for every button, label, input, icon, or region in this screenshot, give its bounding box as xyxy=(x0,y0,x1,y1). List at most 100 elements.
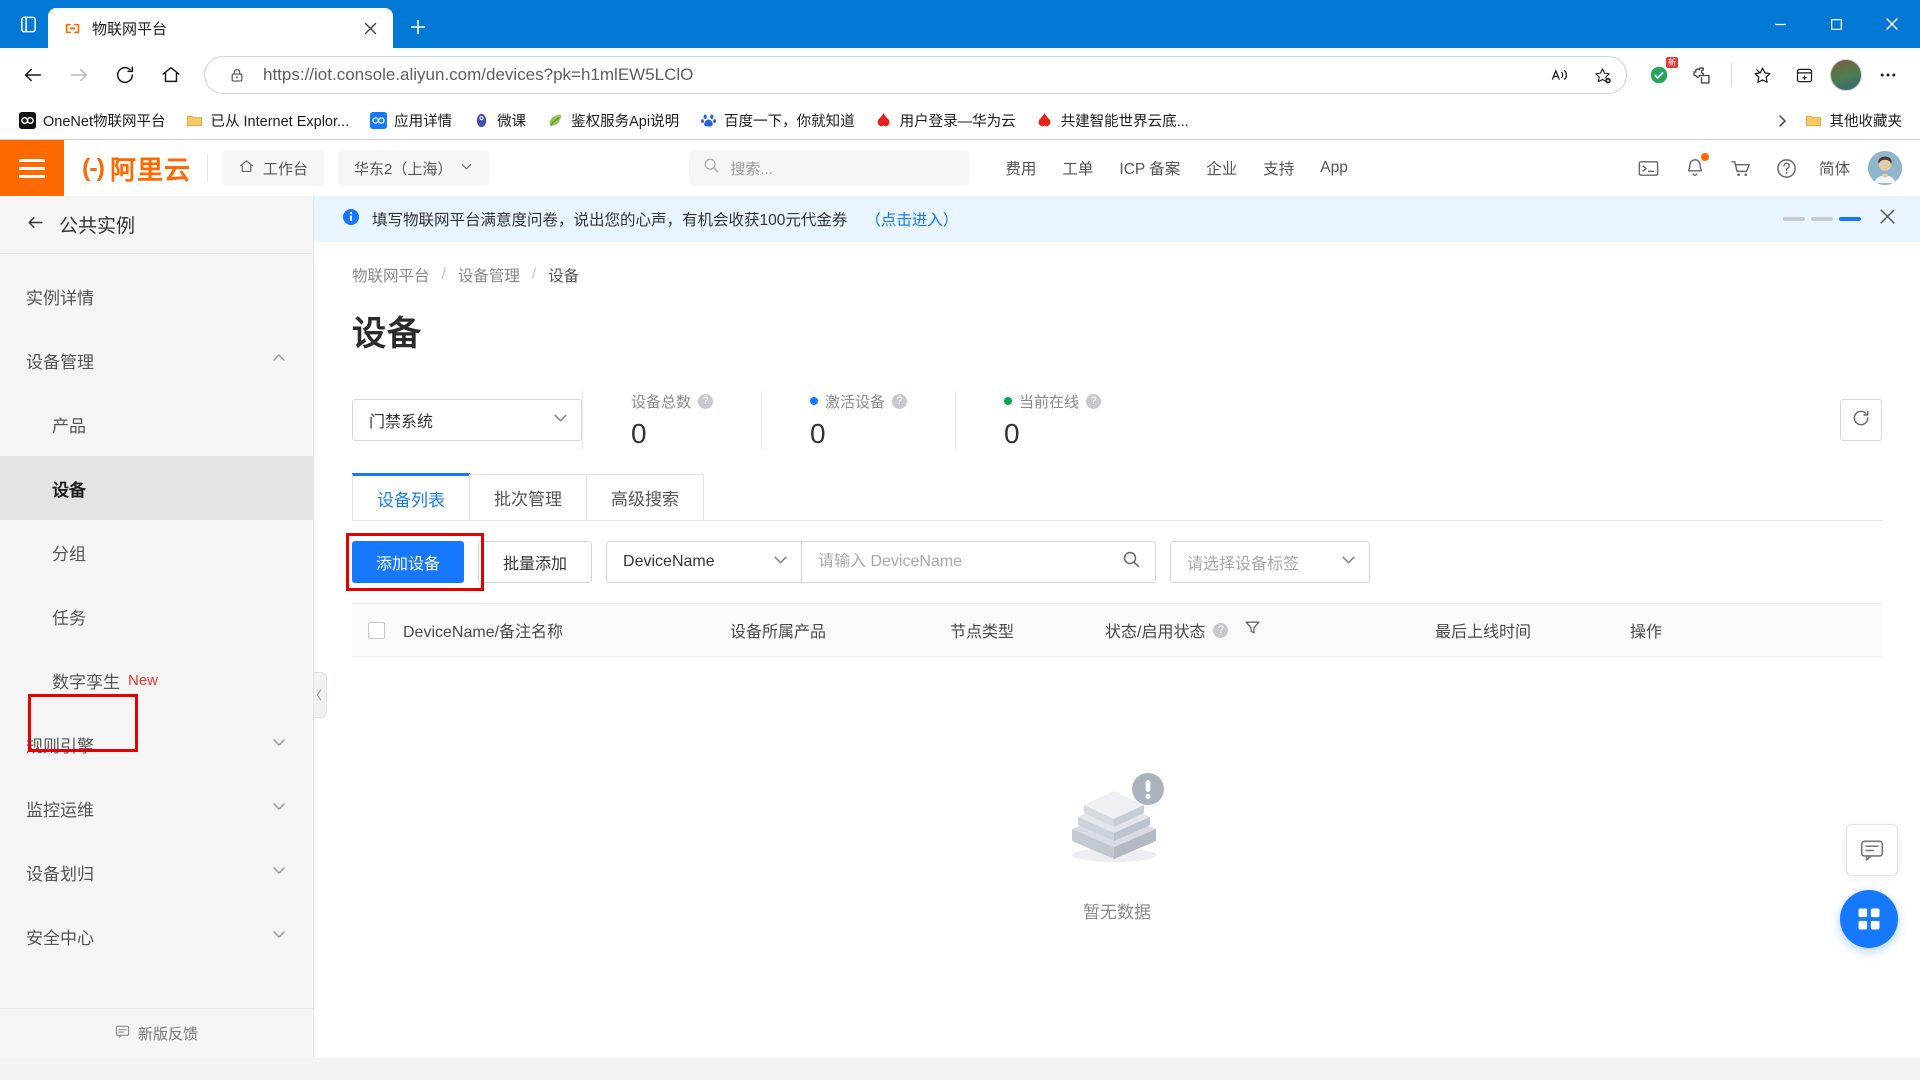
huawei-icon xyxy=(1036,112,1054,130)
forward-button[interactable] xyxy=(58,54,100,96)
help-icon[interactable]: ? xyxy=(1213,622,1229,638)
sidebar-item-monitoring[interactable]: 监控运维 xyxy=(0,776,313,840)
sidebar-item-digital-twin[interactable]: 数字孪生 New xyxy=(0,648,313,712)
help-icon[interactable]: ? xyxy=(1086,393,1102,409)
address-bar[interactable]: https://iot.console.aliyun.com/devices?p… xyxy=(204,56,1627,94)
nav-item-tickets[interactable]: 工单 xyxy=(1062,157,1093,179)
tab-device-list[interactable]: 设备列表 xyxy=(352,473,470,520)
collections-icon[interactable] xyxy=(1784,55,1824,95)
avatar[interactable] xyxy=(1868,151,1902,185)
read-aloud-icon[interactable] xyxy=(1544,59,1576,91)
bookmark-item[interactable]: 用户登录—华为云 xyxy=(867,106,1024,135)
batch-add-button[interactable]: 批量添加 xyxy=(478,541,593,583)
workbench-button[interactable]: 工作台 xyxy=(222,150,325,186)
favorites-icon[interactable] xyxy=(1742,55,1782,95)
help-icon[interactable] xyxy=(1773,154,1801,182)
console-top-nav: 费用 工单 ICP 备案 企业 支持 App xyxy=(1005,157,1348,179)
bookmark-item[interactable]: 共建智能世界云底... xyxy=(1028,106,1197,135)
empty-box-illustration xyxy=(1058,767,1176,876)
breadcrumb-item-device-management[interactable]: 设备管理 xyxy=(458,264,520,286)
sidebar-feedback-button[interactable]: 新版反馈 xyxy=(0,1008,313,1058)
select-all-checkbox[interactable] xyxy=(368,621,385,639)
tab-advanced-search[interactable]: 高级搜索 xyxy=(586,474,704,520)
bell-icon[interactable] xyxy=(1681,153,1709,182)
sidebar-item-tasks[interactable]: 任务 xyxy=(0,584,313,648)
reload-button[interactable] xyxy=(104,54,146,96)
region-selector[interactable]: 华东2（上海） xyxy=(338,150,490,186)
refresh-button[interactable] xyxy=(1840,399,1882,441)
new-tab-button[interactable] xyxy=(399,8,437,46)
sidebar-item-device-management[interactable]: 设备管理 xyxy=(0,328,313,392)
search-field-select[interactable]: DeviceName xyxy=(606,541,802,583)
help-icon[interactable]: ? xyxy=(698,393,714,409)
help-icon[interactable]: ? xyxy=(892,393,908,409)
chat-icon[interactable] xyxy=(1846,824,1898,876)
nav-item-app[interactable]: App xyxy=(1320,159,1348,177)
filter-icon[interactable] xyxy=(1244,619,1261,641)
nav-item-icp[interactable]: ICP 备案 xyxy=(1119,157,1180,179)
sidebar-item-label: 设备划归 xyxy=(26,864,94,884)
device-search-box[interactable] xyxy=(801,541,1157,583)
other-favorites-folder[interactable]: 其他收藏夹 xyxy=(1797,106,1911,135)
panel-collapse-handle[interactable] xyxy=(314,672,327,718)
back-button[interactable] xyxy=(12,54,54,96)
favorite-star-icon[interactable] xyxy=(1586,59,1618,91)
nav-item-enterprise[interactable]: 企业 xyxy=(1206,157,1237,179)
tab-actions-icon[interactable] xyxy=(8,4,48,44)
collections-new-icon[interactable]: 新 xyxy=(1639,55,1679,95)
nav-item-fees[interactable]: 费用 xyxy=(1005,157,1036,179)
language-switcher[interactable]: 简体 xyxy=(1819,157,1850,179)
sidebar-item-groups[interactable]: 分组 xyxy=(0,520,313,584)
bookmark-item[interactable]: 百度一下，你就知道 xyxy=(691,106,863,135)
notice-pagination[interactable] xyxy=(1783,217,1861,221)
extensions-icon[interactable] xyxy=(1681,55,1721,95)
stat-label-row: 当前在线 ? xyxy=(1004,391,1102,412)
browser-toolbar-icons: 新 xyxy=(1639,55,1908,95)
cart-icon[interactable] xyxy=(1727,154,1755,182)
terminal-icon[interactable] xyxy=(1635,154,1663,182)
console-search-box[interactable]: 搜索... xyxy=(689,150,970,186)
nav-item-support[interactable]: 支持 xyxy=(1263,157,1294,179)
column-label: 设备所属产品 xyxy=(730,624,827,641)
bookmark-label: 应用详情 xyxy=(394,114,453,130)
search-icon[interactable] xyxy=(1122,550,1141,574)
bookmark-item[interactable]: 应用详情 xyxy=(361,106,460,135)
close-icon[interactable] xyxy=(1879,208,1896,230)
bookmark-item[interactable]: 微课 xyxy=(464,106,534,135)
folder-icon xyxy=(185,112,203,130)
product-select[interactable]: 门禁系统 xyxy=(352,399,582,441)
tab-batch-management[interactable]: 批次管理 xyxy=(469,474,587,520)
toolbar-divider xyxy=(1731,63,1732,87)
close-icon[interactable] xyxy=(357,15,383,41)
sidebar-item-rule-engine[interactable]: 规则引擎 xyxy=(0,712,313,776)
breadcrumb-item-platform[interactable]: 物联网平台 xyxy=(352,264,430,286)
sidebar-item-instance-detail[interactable]: 实例详情 xyxy=(0,264,313,328)
sidebar-item-devices[interactable]: 设备 xyxy=(0,456,313,520)
close-window-button[interactable] xyxy=(1864,0,1920,48)
sidebar-menu: 实例详情 设备管理 产品 设备 分组 任务 数字孪生 New 规则引擎 监控运维… xyxy=(0,254,313,1008)
maximize-button[interactable] xyxy=(1808,0,1864,48)
profile-avatar[interactable] xyxy=(1826,55,1866,95)
add-device-button[interactable]: 添加设备 xyxy=(352,541,465,583)
bookmark-item[interactable]: 已从 Internet Explor... xyxy=(177,106,357,135)
bookmark-label: OneNet物联网平台 xyxy=(43,114,166,130)
minimize-button[interactable] xyxy=(1752,0,1808,48)
aliyun-logo[interactable]: (-) 阿里云 xyxy=(64,150,207,187)
search-input[interactable] xyxy=(818,553,1123,571)
menu-burger-button[interactable] xyxy=(0,140,64,196)
bookmark-item[interactable]: 鉴权服务Api说明 xyxy=(538,106,687,135)
chevron-right-icon[interactable] xyxy=(1773,112,1791,130)
onenet-blue-icon xyxy=(369,112,387,130)
sidebar-back-button[interactable]: 公共实例 xyxy=(0,196,313,254)
browser-tab[interactable]: 物联网平台 xyxy=(48,8,393,48)
bookmark-item[interactable]: OneNet物联网平台 xyxy=(10,106,173,135)
aliyun-logo-text: 阿里云 xyxy=(109,154,191,185)
sidebar-item-device-assignment[interactable]: 设备划归 xyxy=(0,840,313,904)
device-tag-select[interactable]: 请选择设备标签 xyxy=(1170,541,1371,583)
home-button[interactable] xyxy=(150,54,192,96)
notice-link[interactable]: （点击进入） xyxy=(865,208,958,230)
settings-more-icon[interactable] xyxy=(1868,55,1908,95)
sidebar-item-security-center[interactable]: 安全中心 xyxy=(0,904,313,968)
apps-grid-icon[interactable] xyxy=(1840,890,1898,948)
sidebar-item-products[interactable]: 产品 xyxy=(0,392,313,456)
